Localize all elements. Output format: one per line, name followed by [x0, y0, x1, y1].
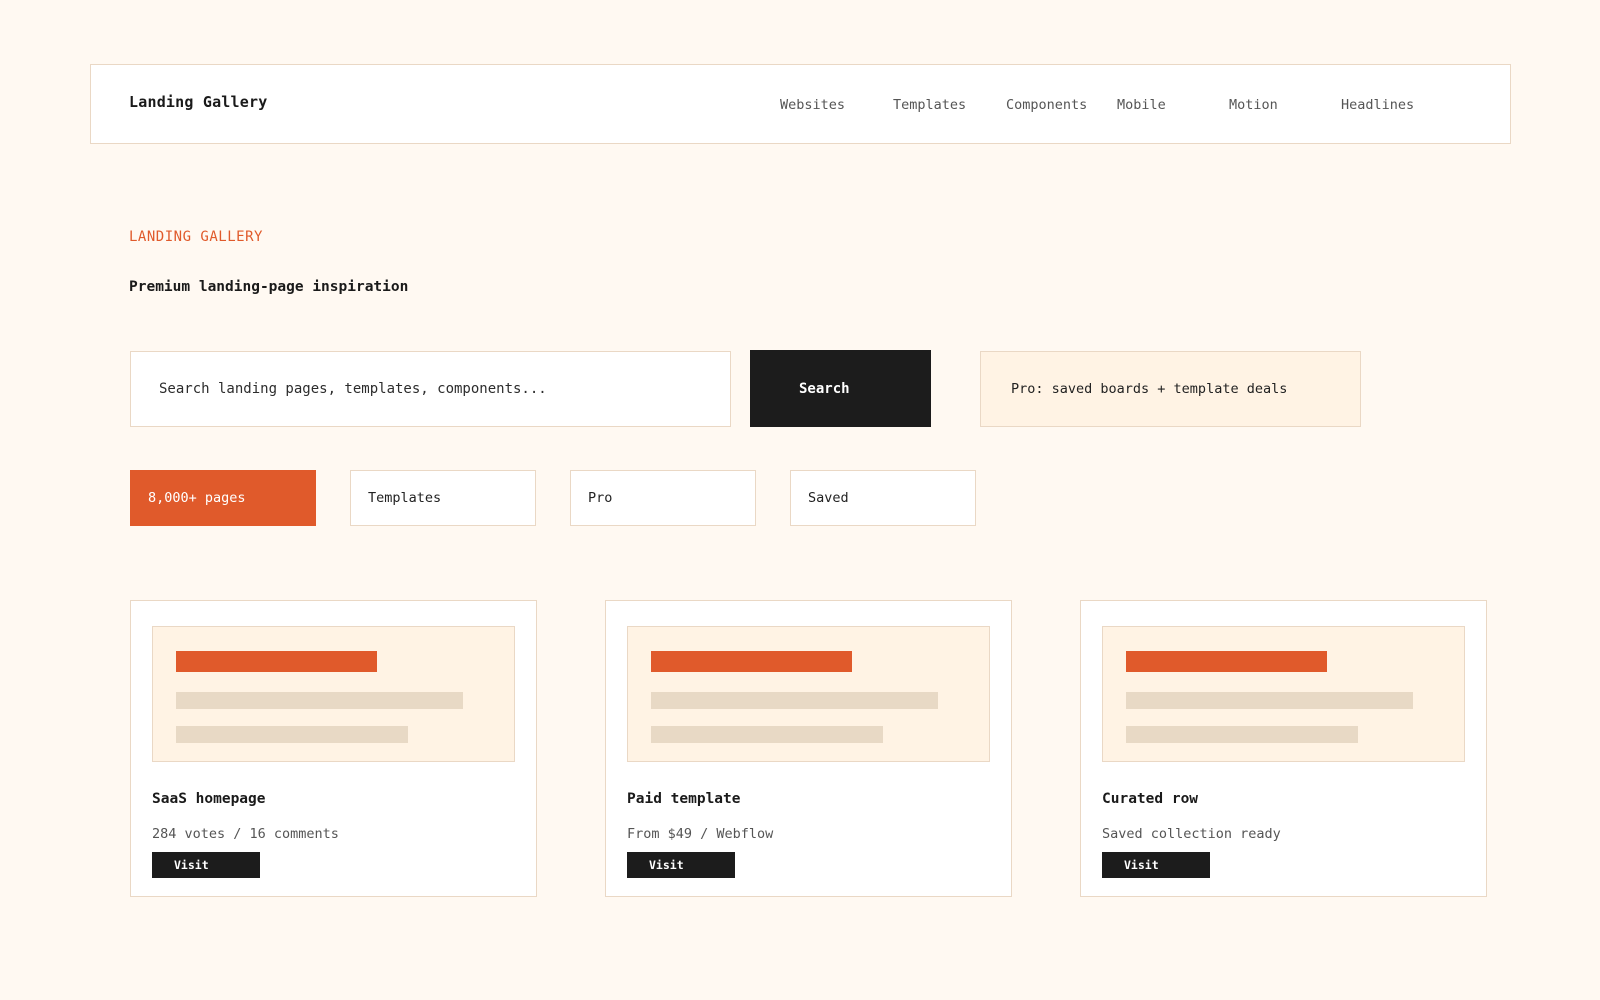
nav-websites[interactable]: Websites: [780, 97, 845, 113]
thumbnail-accent-bar: [176, 651, 377, 672]
gallery-card[interactable]: SaaS homepage 284 votes / 16 comments Vi…: [130, 600, 537, 897]
search-button[interactable]: Search: [750, 350, 931, 427]
card-title: Paid template: [627, 791, 741, 807]
nav-headlines[interactable]: Headlines: [1341, 97, 1414, 113]
nav-mobile[interactable]: Mobile: [1117, 97, 1166, 113]
chip-pro[interactable]: Pro: [570, 470, 756, 526]
thumbnail-text-line: [1126, 692, 1413, 709]
search-input[interactable]: [130, 351, 731, 427]
card-title: SaaS homepage: [152, 791, 266, 807]
nav-templates[interactable]: Templates: [893, 97, 966, 113]
nav-motion[interactable]: Motion: [1229, 97, 1278, 113]
card-thumbnail[interactable]: [152, 626, 515, 762]
chip-pages-count[interactable]: 8,000+ pages: [130, 470, 316, 526]
card-meta: 284 votes / 16 comments: [152, 826, 339, 842]
visit-button[interactable]: Visit: [152, 852, 260, 878]
page-title: Premium landing-page inspiration: [129, 279, 409, 295]
card-meta: From $49 / Webflow: [627, 826, 774, 842]
nav-components[interactable]: Components: [1006, 97, 1087, 113]
brand-logo[interactable]: Landing Gallery: [129, 93, 267, 111]
card-thumbnail[interactable]: [627, 626, 990, 762]
gallery-card[interactable]: Paid template From $49 / Webflow Visit: [605, 600, 1012, 897]
pro-promo-banner[interactable]: Pro: saved boards + template deals: [980, 351, 1361, 427]
chip-saved[interactable]: Saved: [790, 470, 976, 526]
card-thumbnail[interactable]: [1102, 626, 1465, 762]
thumbnail-text-line: [176, 726, 408, 743]
gallery-card[interactable]: Curated row Saved collection ready Visit: [1080, 600, 1487, 897]
chip-templates[interactable]: Templates: [350, 470, 536, 526]
visit-button[interactable]: Visit: [627, 852, 735, 878]
card-title: Curated row: [1102, 791, 1199, 807]
thumbnail-text-line: [651, 692, 938, 709]
thumbnail-text-line: [1126, 726, 1358, 743]
card-meta: Saved collection ready: [1102, 826, 1281, 842]
thumbnail-accent-bar: [1126, 651, 1327, 672]
hero-eyebrow: LANDING GALLERY: [129, 229, 263, 245]
thumbnail-text-line: [176, 692, 463, 709]
visit-button[interactable]: Visit: [1102, 852, 1210, 878]
thumbnail-text-line: [651, 726, 883, 743]
thumbnail-accent-bar: [651, 651, 852, 672]
